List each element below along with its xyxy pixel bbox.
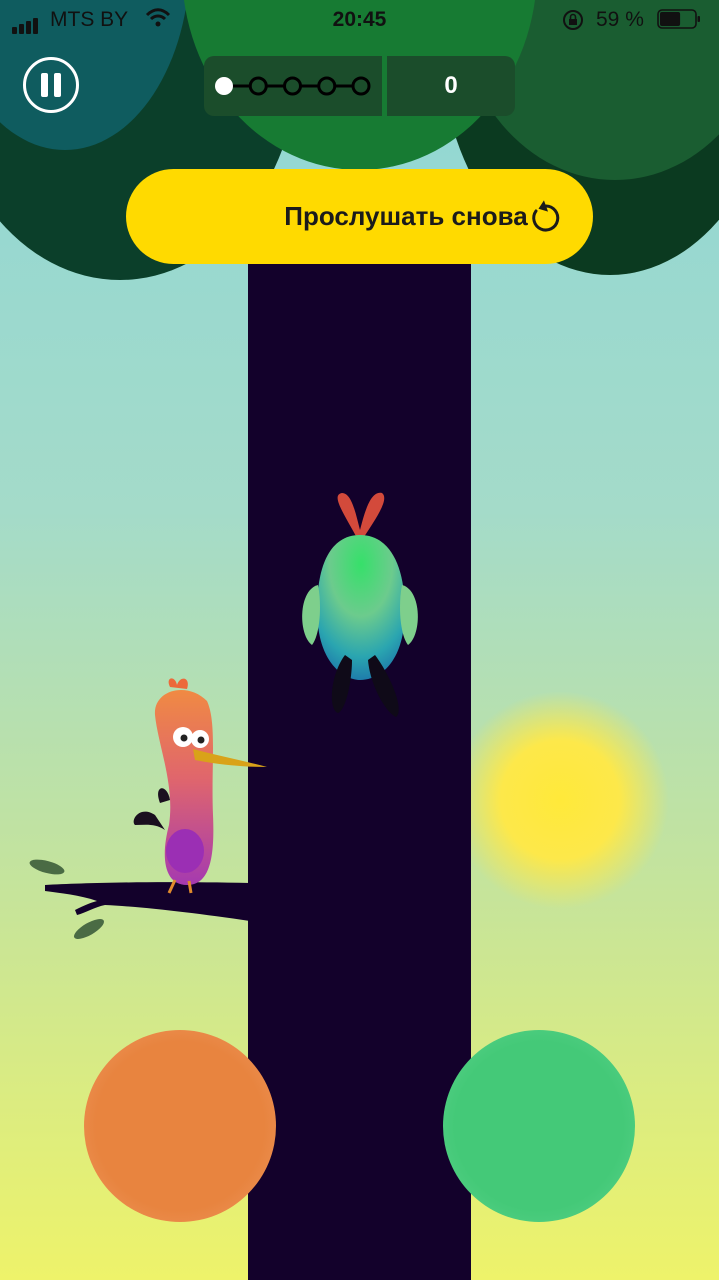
status-bar: MTS BY 20:45 59 % (0, 0, 719, 40)
answer-button-orange[interactable] (84, 1030, 276, 1222)
level-progress (204, 56, 382, 116)
battery-icon (657, 9, 700, 29)
progress-dot (317, 76, 337, 96)
progress-dot (351, 76, 371, 96)
rotation-lock-icon (563, 10, 583, 30)
woodpecker-character (133, 678, 267, 894)
answer-button-green[interactable] (443, 1030, 635, 1222)
pause-button[interactable] (23, 57, 79, 113)
sun (450, 690, 670, 910)
replay-icon (532, 200, 560, 232)
green-bird-character (302, 492, 418, 717)
progress-dot (283, 76, 302, 96)
pause-icon (41, 73, 48, 97)
replay-button-label: Прослушать снова (284, 201, 528, 231)
tree-trunk (248, 250, 471, 1280)
replay-button[interactable]: Прослушать снова (126, 169, 593, 264)
progress-dot (248, 76, 268, 96)
progress-dot (215, 77, 233, 95)
pause-icon (54, 73, 61, 97)
score-counter: 0 (387, 56, 515, 116)
battery-percent: 59 % (596, 8, 644, 31)
